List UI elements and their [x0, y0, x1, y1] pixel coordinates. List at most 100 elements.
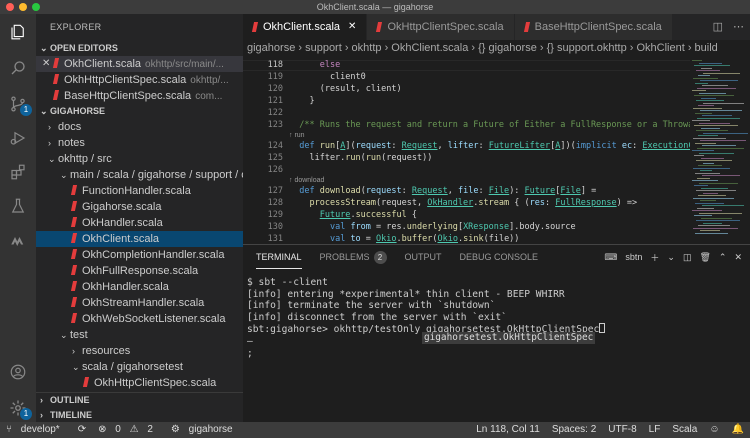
search-icon[interactable] — [8, 58, 28, 78]
panel-tab-problems[interactable]: PROBLEMS 2 — [320, 245, 387, 269]
maximize-panel-icon[interactable]: ⌃ — [719, 252, 727, 263]
file-tree-label: test — [70, 329, 88, 341]
source-control-badge: 1 — [20, 104, 32, 116]
minimap-line — [701, 127, 720, 129]
file-tree-file[interactable]: OkhHttpClientSpec.scala — [36, 375, 243, 391]
branch-indicator[interactable]: ⑂ develop* — [0, 422, 72, 438]
open-editor-item[interactable]: BaseHttpClientSpec.scala com... — [36, 88, 243, 104]
problems-indicator[interactable]: ⊗ 0 ⚠ 2 — [92, 422, 165, 438]
close-icon[interactable]: ✕ — [348, 14, 356, 40]
minimize-window-button[interactable] — [19, 3, 27, 11]
cursor-position[interactable]: Ln 118, Col 11 — [470, 422, 546, 438]
file-tree-file[interactable]: OkhClient.scala — [36, 231, 243, 247]
feedback-icon[interactable]: ☺ — [703, 422, 725, 438]
encoding[interactable]: UTF-8 — [602, 422, 642, 438]
minimap-line — [693, 107, 722, 109]
testing-icon[interactable] — [8, 196, 28, 216]
file-tree-file[interactable]: OkHandler.scala — [36, 215, 243, 231]
file-tree-label: FunctionHandler.scala — [82, 185, 191, 197]
sync-icon[interactable]: ⟳ — [72, 422, 92, 438]
indentation[interactable]: Spaces: 2 — [546, 422, 602, 438]
panel-tab-label: TERMINAL — [256, 251, 302, 262]
close-panel-icon[interactable]: ✕ — [734, 252, 742, 263]
file-tree-folder[interactable]: › resources — [36, 343, 243, 359]
tab-basehttpclientspec-scala[interactable]: BaseHttpClientSpec.scala — [514, 14, 673, 40]
timeline-header[interactable]: › TIMELINE — [36, 408, 243, 422]
run-debug-icon[interactable] — [8, 128, 28, 148]
file-tree-folder[interactable]: ⌄ scala / gigahorsetest — [36, 359, 243, 375]
file-tree-file[interactable]: OkhStreamHandler.scala — [36, 295, 243, 311]
panel-tab-terminal[interactable]: TERMINAL — [256, 245, 302, 269]
file-tree-file[interactable]: FunctionHandler.scala — [36, 183, 243, 199]
file-tree-file[interactable]: OkhWebSocketListener.scala — [36, 311, 243, 327]
extensions-icon[interactable] — [8, 162, 28, 182]
close-window-button[interactable] — [6, 3, 14, 11]
completion-suggestion[interactable]: gigahorsetest.OkHttpClientSpec — [422, 332, 596, 344]
minimap-line — [696, 70, 720, 71]
line-ending[interactable]: LF — [643, 422, 667, 438]
code-editor[interactable]: 118 else 119 client0 120 (result, client) 1… — [243, 56, 690, 244]
line-number: 119 — [267, 72, 283, 82]
trash-icon[interactable]: 🗑 — [699, 252, 710, 263]
panel-tab-output[interactable]: OUTPUT — [405, 245, 442, 269]
account-icon[interactable] — [8, 362, 28, 382]
file-tree-folder[interactable]: ⌄ okhttp / src — [36, 151, 243, 167]
file-tree-folder[interactable]: › docs — [36, 119, 243, 135]
minimap-line — [702, 205, 744, 206]
outline-header[interactable]: › OUTLINE — [36, 393, 243, 408]
minimap-line — [701, 97, 716, 99]
file-tree-folder[interactable]: ⌄ test — [36, 327, 243, 343]
file-tree-file[interactable]: OkhFullResponse.scala — [36, 263, 243, 279]
files-icon[interactable] — [8, 22, 28, 42]
code-lens[interactable]: ↑ run — [289, 132, 305, 139]
file-tree-folder[interactable]: ⌄ main / scala / gigahorse / support / ok… — [36, 167, 243, 183]
open-editor-path: okhttp/... — [190, 75, 229, 86]
chevron-down-icon[interactable]: ⌄ — [667, 252, 675, 263]
project-indicator[interactable]: ⚙ gigahorse — [165, 422, 245, 438]
language-mode[interactable]: Scala — [666, 422, 703, 438]
minimap-line — [695, 82, 708, 84]
tab-okhttpclientspec-scala[interactable]: OkHttpClientSpec.scala — [367, 14, 515, 40]
file-tree-file[interactable]: OkhHandler.scala — [36, 279, 243, 295]
more-actions-icon[interactable]: ⋯ — [733, 20, 744, 33]
metals-icon[interactable] — [8, 230, 28, 250]
open-editors-header[interactable]: ⌄ OPEN EDITORS — [36, 41, 243, 56]
code-line: /** Runs the request and return a Future… — [299, 120, 690, 130]
open-editor-path: com... — [195, 91, 223, 102]
line-number: 124 — [267, 141, 283, 151]
terminal-name[interactable]: sbtn — [625, 252, 642, 262]
minimap-line — [698, 165, 722, 166]
maximize-window-button[interactable] — [32, 3, 40, 11]
terminal-output[interactable]: $ sbt --client [info] entering *experimen… — [243, 269, 750, 367]
open-editor-item[interactable]: ✕ OkhClient.scala okhttp/src/main/... — [36, 56, 243, 72]
bell-icon[interactable]: 🔔 — [726, 422, 750, 438]
line-number: 130 — [267, 222, 283, 232]
close-icon[interactable]: ✕ — [42, 56, 50, 72]
window-controls[interactable] — [6, 3, 40, 11]
minimap[interactable] — [690, 56, 750, 244]
code-line: (result, client) — [289, 84, 402, 94]
minimap-line — [697, 87, 736, 89]
source-control-icon[interactable]: 1 — [8, 94, 32, 116]
tab-okhclient-scala[interactable]: OkhClient.scala ✕ — [243, 14, 368, 40]
chevron-down-icon: ⌄ — [72, 362, 80, 372]
open-editor-path: okhttp/src/main/... — [145, 59, 224, 70]
file-tree-file[interactable]: Gigahorse.scala — [36, 199, 243, 215]
gear-icon[interactable]: 1 — [8, 398, 32, 420]
file-tree-label: docs — [58, 121, 82, 133]
project-header[interactable]: ⌄ GIGAHORSE — [36, 104, 243, 119]
new-terminal-icon[interactable]: ＋ — [650, 251, 659, 264]
file-tree-file[interactable]: OkhCompletionHandler.scala — [36, 247, 243, 263]
minimap-line — [703, 192, 718, 194]
minimap-line — [696, 190, 736, 191]
split-terminal-icon[interactable]: ◫ — [683, 252, 692, 263]
panel-tab-debug-console[interactable]: DEBUG CONSOLE — [460, 245, 539, 269]
bottom-panel: TERMINAL PROBLEMS 2 OUTPUT DEBUG CONSOLE ⌨ s… — [243, 244, 750, 422]
minimap-line — [695, 172, 720, 174]
split-editor-icon[interactable]: ◫ — [713, 20, 723, 33]
file-tree-folder[interactable]: › notes — [36, 135, 243, 151]
breadcrumb[interactable]: gigahorse › support › okhttp › OkhClient… — [243, 40, 750, 56]
code-lens[interactable]: ↑ download — [289, 177, 324, 184]
open-editor-item[interactable]: OkhHttpClientSpec.scala okhttp/... — [36, 72, 243, 88]
minimap-line — [697, 147, 744, 149]
